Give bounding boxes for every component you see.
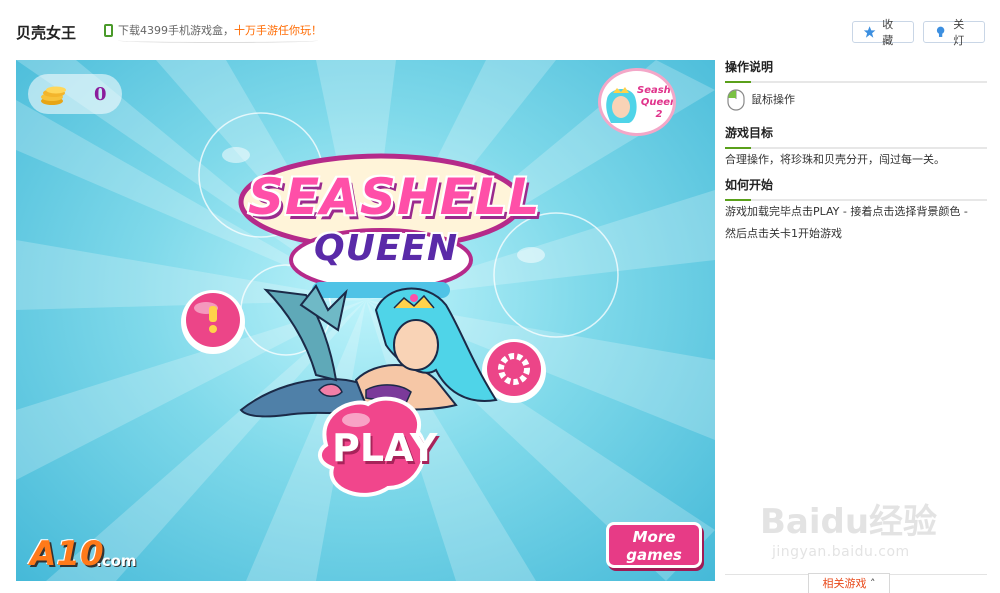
settings-button[interactable] [482,339,546,403]
lights-off-button[interactable]: 关灯 [923,18,985,47]
a10-logo-main: A10 [30,534,104,574]
app-download-promo[interactable]: 下载4399手机游戏盒， 十万手游任你玩！ [104,22,322,38]
instructions-heading: 操作说明 [725,60,774,74]
a10-logo[interactable]: A10 .com [30,534,170,574]
lights-off-label: 关灯 [953,18,965,47]
phone-icon [104,23,113,37]
related-games-label: 相关游戏 [822,577,867,590]
goal-text: 合理操作，将珍珠和贝壳分开，闯过每一关。 [725,153,945,166]
game-canvas[interactable]: 0 Seashell Queen 2 SEASHELL QUEEN PLAY M… [16,60,715,581]
chevron-up-icon: ˄ [870,577,876,590]
logo-queen: QUEEN [314,228,459,269]
section-divider [725,81,987,83]
sequel-badge-text: Seashell Queen 2 [637,85,676,120]
more-games-button[interactable]: More games [606,522,702,568]
info-button[interactable] [181,290,245,354]
baidu-jingyan-watermark: Baidu经验 jingyan.baidu.com [760,486,980,570]
page-title: 贝壳女王 [16,24,77,42]
lightbulb-icon [936,26,945,37]
promo-highlight: 十万手游任你玩！ [234,24,322,37]
coin-count: 0 [94,84,107,105]
logo-seashell: SEASHELL [248,168,541,226]
start-heading: 如何开始 [725,178,774,192]
promo-decoration [118,38,318,43]
coin-counter: 0 [28,74,122,114]
goal-heading: 游戏目标 [725,126,774,140]
play-button[interactable]: PLAY [332,426,437,470]
more-games-label: More games [626,528,682,564]
start-text-line2: 然后点击关卡1开始游戏 [725,227,842,240]
sequel-badge[interactable]: Seashell Queen 2 [598,68,676,136]
favorite-label: 收藏 [882,18,894,47]
favorite-button[interactable]: 收藏 [852,18,914,47]
coins-icon [41,86,66,105]
start-text-line1: 游戏加载完毕点击PLAY - 接着点击选择背景颜色 - [725,205,968,218]
related-games-tab[interactable]: 相关游戏 ˄ [808,573,890,593]
a10-logo-sub: .com [96,552,137,570]
mermaid-avatar-icon [606,87,637,123]
mouse-icon [727,89,745,111]
promo-text: 下载4399手机游戏盒， [118,24,234,37]
star-icon [863,26,876,38]
watermark-main: Baidu经验 [760,502,938,542]
mouse-label: 鼠标操作 [751,93,795,106]
page-header: 贝壳女王 下载4399手机游戏盒， 十万手游任你玩！ 收藏 关灯 [0,0,1000,58]
background-rays [16,60,715,581]
watermark-sub: jingyan.baidu.com [772,544,910,560]
